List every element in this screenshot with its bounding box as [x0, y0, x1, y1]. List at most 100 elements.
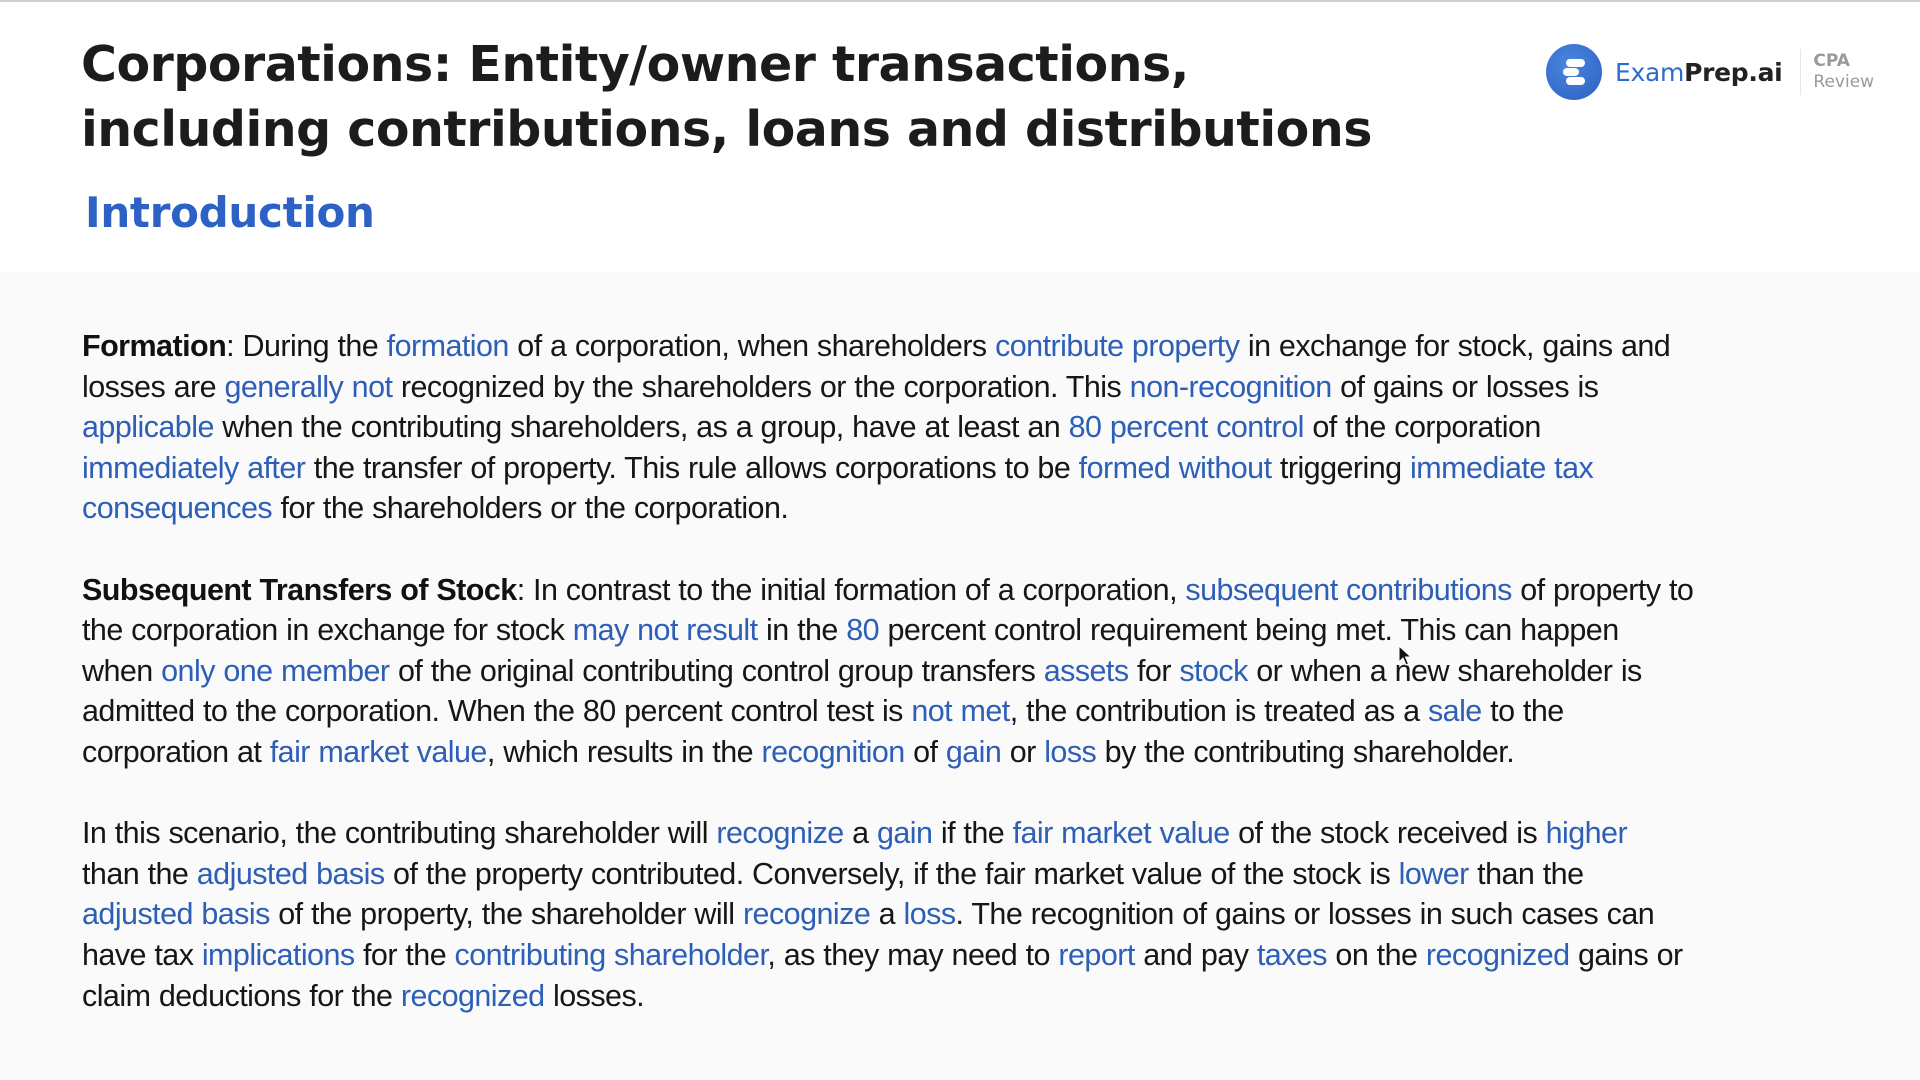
body-text: for: [1128, 653, 1180, 688]
body-text: triggering: [1271, 450, 1411, 485]
body-text: when: [82, 653, 162, 688]
paragraph-formation: Formation: During the formation of a cor…: [82, 326, 1693, 529]
examprep-logo: ExamPrep.ai CPA Review: [1546, 43, 1874, 101]
body-text: a: [843, 816, 877, 851]
body-text: of the property, the shareholder will: [269, 897, 743, 932]
highlighted-term: may not result: [572, 613, 758, 648]
body-text: of a corporation, when shareholders: [508, 329, 996, 363]
highlighted-term: fair market value: [1012, 816, 1231, 851]
highlighted-term: stock: [1179, 653, 1248, 688]
highlighted-term: non-recognition: [1129, 369, 1333, 404]
highlighted-term: recognize: [742, 897, 871, 932]
slide-title-line: Corporations: Entity/owner transactions,: [81, 36, 1189, 93]
highlighted-term: lower: [1398, 856, 1470, 891]
text-line: when only one member of the original con…: [82, 651, 1693, 692]
logo-tagline: CPA Review: [1813, 51, 1874, 93]
body-text: if the: [932, 816, 1013, 851]
highlighted-term: subsequent contributions: [1185, 572, 1512, 607]
logo-word-exam: Exam: [1615, 57, 1685, 87]
body-text: and pay: [1134, 937, 1257, 972]
highlighted-term: immediately after: [82, 450, 306, 485]
highlighted-term: fair market value: [269, 734, 488, 769]
body-text: the corporation in exchange for stock: [82, 613, 573, 648]
highlighted-term: generally not: [224, 369, 393, 404]
body-text: admitted to the corporation. When the 80…: [82, 694, 912, 729]
body-text: of: [904, 734, 946, 769]
paragraph-lead-term: Subsequent Transfers of Stock: [82, 572, 517, 607]
highlighted-term: 80 percent control: [1068, 410, 1305, 445]
logo-wordmark: ExamPrep.ai: [1615, 57, 1783, 87]
body-text: : During the: [226, 329, 387, 363]
body-text: to the: [1481, 694, 1564, 729]
highlighted-term: formation: [386, 329, 510, 363]
body-text: have tax: [82, 937, 202, 972]
body-text: gains or: [1569, 937, 1683, 972]
body-text: of the original contributing control gro…: [389, 653, 1044, 688]
body-text: , which results in the: [486, 734, 762, 769]
highlighted-term: implications: [201, 937, 355, 972]
text-line: losses are generally not recognized by t…: [82, 367, 1693, 408]
highlighted-term: 80: [846, 613, 880, 648]
text-line: immediately after the transfer of proper…: [82, 448, 1693, 489]
highlighted-term: recognition: [761, 734, 906, 769]
logo-tag-cpa: CPA: [1813, 51, 1850, 71]
body-text: of the corporation: [1303, 410, 1541, 445]
highlighted-term: immediate tax: [1410, 450, 1594, 485]
text-line: Formation: During the formation of a cor…: [82, 326, 1693, 367]
body-text: or when a new shareholder is: [1247, 653, 1642, 688]
highlighted-term: applicable: [82, 410, 214, 445]
mouse-pointer-icon: [1398, 645, 1412, 666]
body-text: , the contribution is treated as a: [1009, 694, 1428, 729]
slide-title-line: including contributions, loans and distr…: [81, 101, 1372, 158]
body-text: claim deductions for the: [82, 978, 401, 1013]
highlighted-term: assets: [1043, 653, 1129, 688]
highlighted-term: loss: [1044, 734, 1097, 769]
highlighted-term: recognized: [1425, 937, 1570, 972]
paragraph-scenario: In this scenario, the contributing share…: [82, 813, 1693, 1016]
body-text: of gains or losses is: [1331, 369, 1599, 404]
body-text: a: [870, 897, 904, 932]
highlighted-term: formed without: [1078, 450, 1272, 485]
highlighted-term: contribute property: [995, 329, 1240, 363]
highlighted-term: adjusted basis: [82, 897, 270, 932]
text-line: claim deductions for the recognized loss…: [82, 976, 1693, 1017]
body-text: In this scenario, the contributing share…: [82, 816, 717, 851]
highlighted-term: consequences: [82, 491, 273, 526]
highlighted-term: gain: [876, 816, 933, 851]
logo-divider: [1800, 49, 1802, 95]
body-text: , as they may need to: [767, 937, 1059, 972]
body-text: for the: [354, 937, 455, 972]
body-text: on the: [1327, 937, 1426, 972]
body-text: or: [1001, 734, 1045, 769]
exam-prep-logo-icon: [1546, 44, 1602, 100]
logo-tag-review: Review: [1813, 72, 1875, 92]
body-text: losses.: [544, 978, 645, 1013]
highlighted-term: taxes: [1256, 937, 1328, 972]
paragraph-lead-term: Formation: [82, 329, 227, 363]
highlighted-term: sale: [1427, 694, 1482, 729]
body-text: the transfer of property. This rule allo…: [305, 450, 1079, 485]
slide-header: Corporations: Entity/owner transactions,…: [0, 2, 1920, 272]
slide-body: Formation: During the formation of a cor…: [82, 326, 1694, 1057]
text-line: have tax implications for the contributi…: [82, 935, 1693, 976]
body-text: for the shareholders or the corporation.: [272, 491, 789, 526]
section-heading: Introduction: [85, 188, 375, 237]
text-line: the corporation in exchange for stock ma…: [82, 610, 1693, 651]
slide-title: Corporations: Entity/owner transactions,…: [81, 32, 1372, 162]
body-text: in exchange for stock, gains and: [1239, 329, 1671, 363]
body-text: : In contrast to the initial formation o…: [516, 572, 1186, 607]
highlighted-term: report: [1058, 937, 1135, 972]
highlighted-term: contributing shareholder: [454, 937, 768, 972]
text-line: admitted to the corporation. When the 80…: [82, 691, 1693, 732]
body-text: in the: [757, 613, 847, 648]
text-line: consequences for the shareholders or the…: [82, 488, 1693, 529]
body-text: of property to: [1511, 572, 1694, 607]
text-line: adjusted basis of the property, the shar…: [82, 894, 1693, 935]
highlighted-term: recognize: [716, 816, 844, 851]
highlighted-term: loss: [903, 897, 957, 932]
body-text: by the contributing shareholder.: [1096, 734, 1515, 769]
text-line: applicable when the contributing shareho…: [82, 407, 1693, 448]
logo-word-prep: Prep.ai: [1684, 57, 1783, 87]
text-line: than the adjusted basis of the property …: [82, 854, 1693, 895]
highlighted-term: recognized: [400, 978, 545, 1013]
